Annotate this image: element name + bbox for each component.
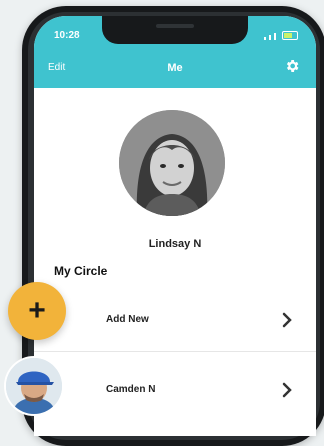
status-time: 10:28 [54, 30, 80, 41]
profile-avatar[interactable] [119, 110, 225, 216]
signal-bar-icon [264, 37, 266, 40]
signal-bar-icon [274, 33, 276, 40]
app-screen: 10:28 Edit Me Lindsay N My Circle Add Ne… [34, 16, 316, 436]
gear-icon[interactable] [284, 58, 300, 74]
member-avatar[interactable] [4, 356, 64, 416]
page-title: Me [167, 62, 183, 74]
add-member-fab[interactable]: + [8, 282, 66, 340]
battery-icon [282, 31, 298, 40]
add-new-label: Add New [106, 314, 149, 325]
signal-bar-icon [269, 35, 271, 40]
member-photo [6, 358, 62, 414]
my-circle-heading: My Circle [54, 264, 108, 278]
chevron-right-icon [282, 312, 292, 328]
profile-name: Lindsay N [148, 238, 202, 250]
phone-notch [102, 16, 248, 44]
profile-photo [119, 110, 225, 216]
row-divider [34, 351, 316, 352]
member-name: Camden N [106, 384, 156, 395]
speaker-grille [156, 24, 194, 28]
chevron-right-icon [282, 382, 292, 398]
status-icons [264, 31, 298, 40]
circle-member-row[interactable]: Camden N [34, 366, 316, 416]
add-new-row[interactable]: Add New [34, 296, 316, 346]
